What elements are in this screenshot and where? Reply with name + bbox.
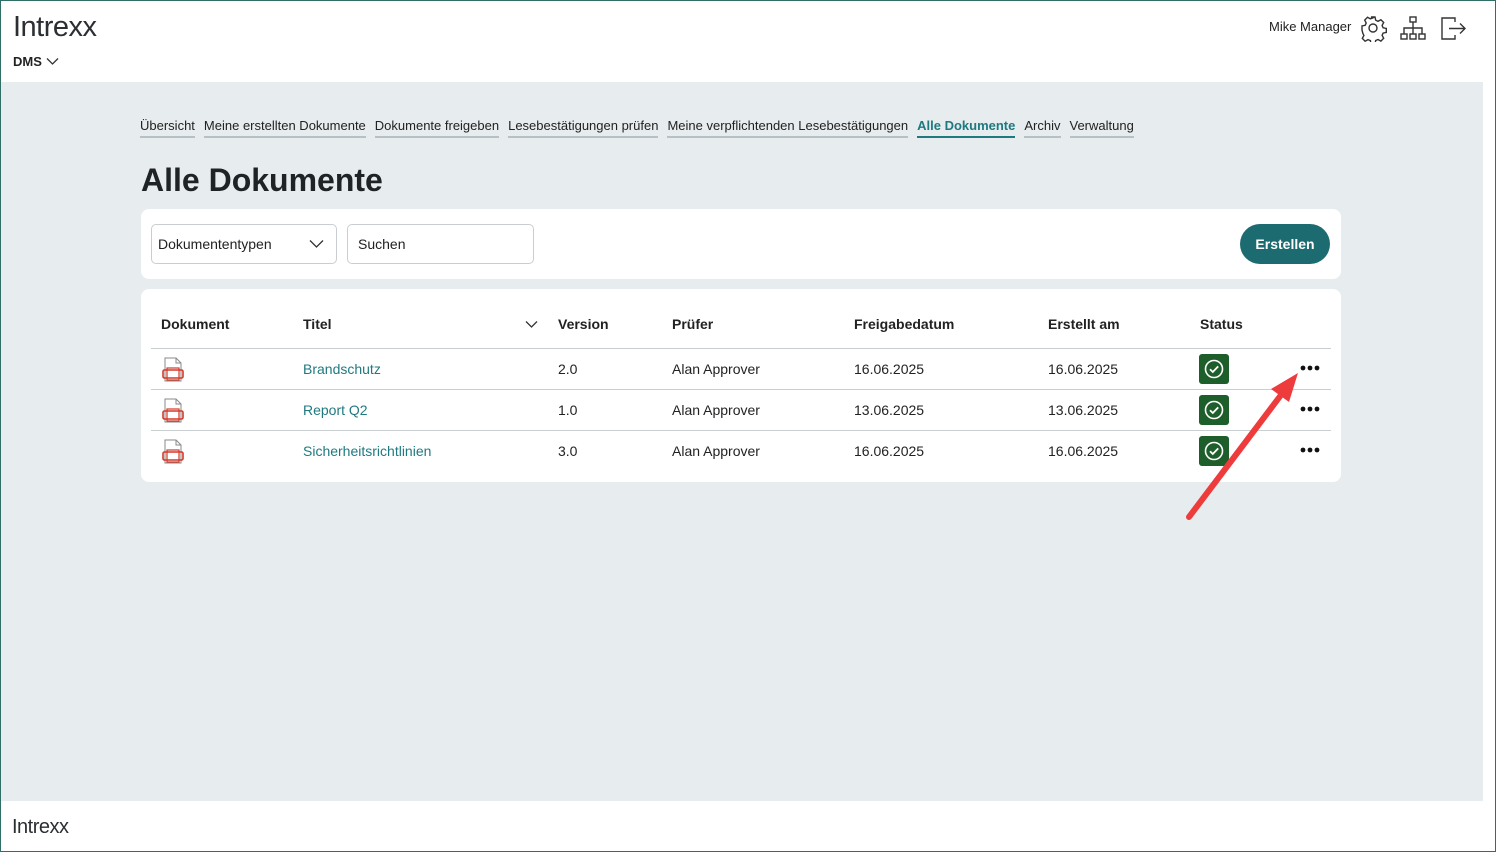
more-options-icon[interactable] [1298, 358, 1322, 378]
status-approved-badge [1199, 395, 1229, 425]
version-cell: 2.0 [558, 361, 578, 377]
app-footer: Intrexx [1, 801, 1495, 851]
app-switcher-label: DMS [13, 54, 42, 69]
scrollbar[interactable] [1483, 1, 1495, 801]
created-date-cell: 16.06.2025 [1048, 443, 1119, 459]
column-header-dokument: Dokument [161, 316, 230, 332]
table-row[interactable]: Sicherheitsrichtlinien 3.0 Alan Approver… [151, 431, 1331, 472]
pdf-document-icon[interactable] [162, 357, 184, 383]
pdf-document-icon[interactable] [162, 398, 184, 424]
tab-verwaltung[interactable]: Verwaltung [1069, 118, 1134, 138]
document-title-link[interactable]: Report Q2 [303, 402, 368, 418]
create-button[interactable]: Erstellen [1240, 224, 1330, 264]
more-options-icon[interactable] [1298, 440, 1322, 460]
tab-meine-erstellten-dokumente[interactable]: Meine erstellten Dokumente [203, 118, 366, 138]
version-cell: 1.0 [558, 402, 578, 418]
column-header-freigabedatum: Freigabedatum [854, 316, 955, 332]
sort-chevron-icon[interactable] [525, 320, 538, 329]
table-row[interactable]: Report Q2 1.0 Alan Approver 13.06.2025 1… [151, 390, 1331, 431]
document-title-link[interactable]: Sicherheitsrichtlinien [303, 443, 431, 459]
column-header-status: Status [1200, 316, 1243, 332]
app-switcher[interactable]: DMS [13, 54, 59, 69]
user-name[interactable]: Mike Manager [1269, 19, 1351, 34]
reviewer-cell: Alan Approver [672, 443, 760, 459]
more-options-icon[interactable] [1298, 399, 1322, 419]
tab-lesebestaetigungen-pruefen[interactable]: Lesebestätigungen prüfen [508, 118, 659, 138]
footer-logo: Intrexx [12, 816, 69, 838]
reviewer-cell: Alan Approver [672, 402, 760, 418]
sitemap-icon[interactable] [1399, 14, 1427, 42]
created-date-cell: 13.06.2025 [1048, 402, 1119, 418]
tab-dokumente-freigeben[interactable]: Dokumente freigeben [374, 118, 500, 138]
logout-icon[interactable] [1439, 14, 1467, 42]
status-approved-badge [1199, 436, 1229, 466]
page-title: Alle Dokumente [141, 162, 383, 198]
chevron-down-icon [309, 240, 324, 248]
documents-table: Dokument Titel Version Prüfer Freigabeda… [141, 289, 1341, 482]
chevron-down-icon [46, 58, 59, 65]
status-approved-badge [1199, 354, 1229, 384]
reviewer-cell: Alan Approver [672, 361, 760, 377]
check-circle-icon [1204, 400, 1224, 420]
check-circle-icon [1204, 441, 1224, 461]
release-date-cell: 16.06.2025 [854, 361, 925, 377]
document-title-link[interactable]: Brandschutz [303, 361, 381, 377]
release-date-cell: 13.06.2025 [854, 402, 925, 418]
gear-icon[interactable] [1359, 14, 1387, 42]
tab-bar: Übersicht Meine erstellten Dokumente Dok… [140, 118, 1134, 138]
tab-meine-verpflichtenden-lesebestaetigungen[interactable]: Meine verpflichtenden Lesebestätigungen [667, 118, 909, 138]
tab-uebersicht[interactable]: Übersicht [140, 118, 195, 138]
intrexx-logo[interactable]: Intrexx [13, 11, 97, 44]
app-header: Intrexx DMS Mike Manager [1, 1, 1483, 82]
doctype-select-value: Dokumententypen [158, 236, 272, 252]
column-header-erstellt-am: Erstellt am [1048, 316, 1120, 332]
column-header-pruefer: Prüfer [672, 316, 714, 332]
column-header-version: Version [558, 316, 609, 332]
tab-archiv[interactable]: Archiv [1024, 118, 1061, 138]
main-content: Übersicht Meine erstellten Dokumente Dok… [1, 82, 1483, 801]
table-row[interactable]: Brandschutz 2.0 Alan Approver 16.06.2025… [151, 349, 1331, 390]
created-date-cell: 16.06.2025 [1048, 361, 1119, 377]
release-date-cell: 16.06.2025 [854, 443, 925, 459]
check-circle-icon [1204, 359, 1224, 379]
pdf-document-icon[interactable] [162, 439, 184, 465]
tab-alle-dokumente[interactable]: Alle Dokumente [917, 118, 1016, 138]
search-input[interactable] [347, 224, 534, 264]
version-cell: 3.0 [558, 443, 578, 459]
column-header-titel[interactable]: Titel [303, 316, 332, 332]
doctype-select[interactable]: Dokumententypen [151, 224, 337, 264]
filter-toolbar: Dokumententypen Erstellen [141, 209, 1341, 279]
